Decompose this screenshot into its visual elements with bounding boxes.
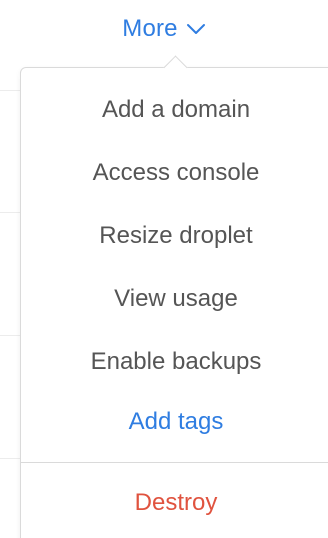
chevron-down-icon: [186, 22, 206, 36]
more-dropdown-menu: Add a domain Access console Resize dropl…: [20, 55, 328, 538]
page: More Add a domain Access console Resize …: [0, 0, 328, 538]
menu-item-access-console[interactable]: Access console: [21, 143, 328, 203]
more-label: More: [122, 15, 178, 42]
menu-item-view-usage[interactable]: View usage: [21, 269, 328, 329]
menu-item-resize-droplet[interactable]: Resize droplet: [21, 206, 328, 266]
menu-item-destroy[interactable]: Destroy: [21, 473, 328, 533]
background-row-line: [0, 90, 20, 91]
background-row-line: [0, 335, 20, 336]
menu-item-add-domain[interactable]: Add a domain: [21, 80, 328, 140]
menu-item-add-tags[interactable]: Add tags: [21, 392, 328, 452]
background-row-line: [0, 212, 20, 213]
menu-caret: [163, 55, 188, 80]
menu-divider: [21, 462, 328, 463]
menu-item-enable-backups[interactable]: Enable backups: [21, 332, 328, 392]
more-dropdown-toggle[interactable]: More: [0, 12, 328, 46]
background-row-line: [0, 458, 20, 459]
